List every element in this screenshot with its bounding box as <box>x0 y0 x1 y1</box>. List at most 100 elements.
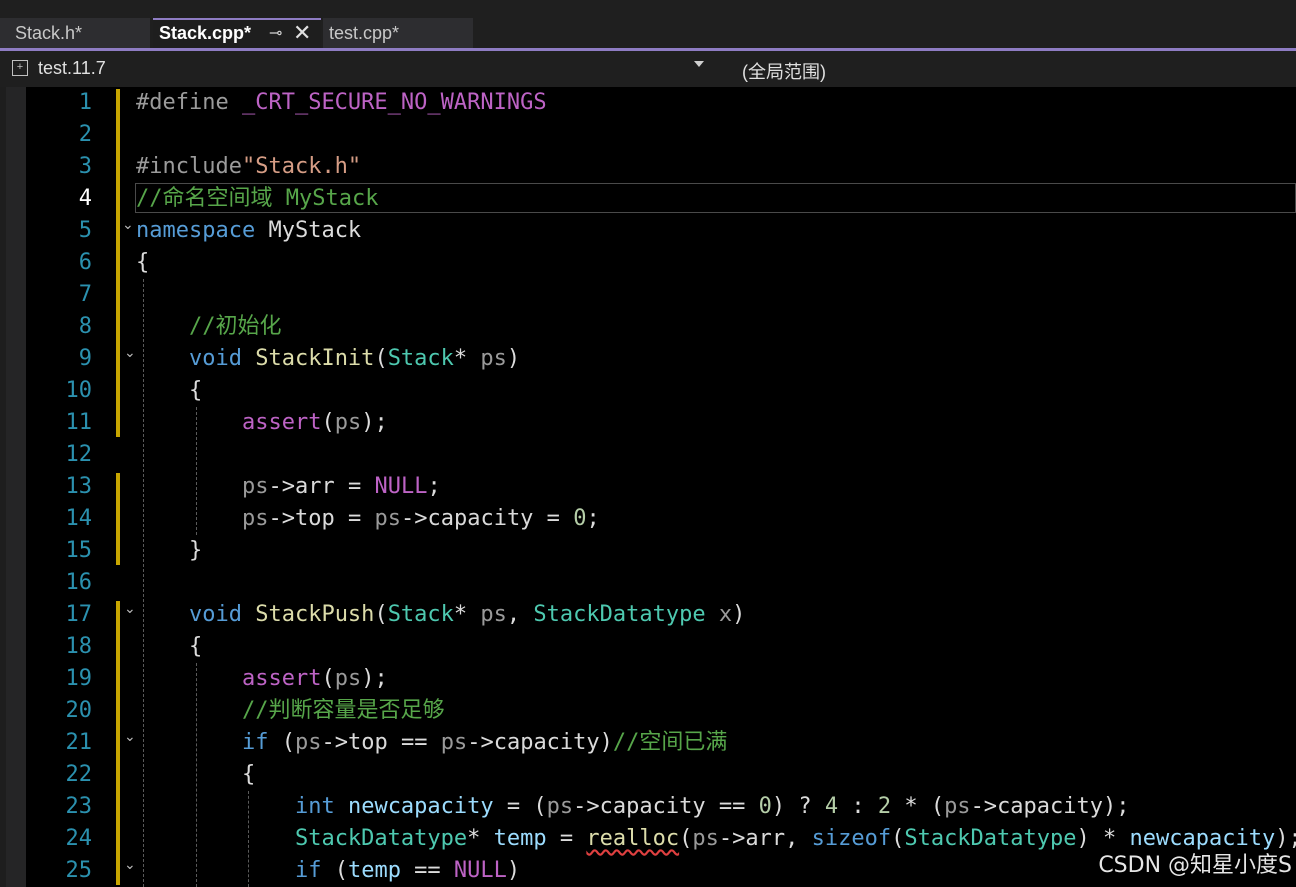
code-line[interactable]: 19 assert(ps); <box>0 663 1296 695</box>
code-token: ( <box>321 410 335 435</box>
code-token: = <box>533 506 574 531</box>
code-token: newcapacity <box>347 794 494 819</box>
code-token: ); <box>361 666 388 691</box>
tab-test-cpp[interactable]: test.cpp* <box>323 18 473 48</box>
code-line[interactable]: 15 } <box>0 535 1296 567</box>
line-number: 23 <box>65 794 93 819</box>
code-token: ( <box>374 602 388 627</box>
code-line[interactable]: 14 ps->top = ps->capacity = 0; <box>0 503 1296 535</box>
code-text: #include"Stack.h" <box>136 151 361 183</box>
code-line[interactable]: 7 <box>0 279 1296 311</box>
code-token: ( <box>891 826 905 851</box>
code-text: //初始化 <box>136 311 282 343</box>
code-token: -> <box>268 506 295 531</box>
code-text: #define _CRT_SECURE_NO_WARNINGS <box>136 87 547 119</box>
fold-chevron-icon[interactable]: ⌄ <box>122 217 134 233</box>
line-number: 7 <box>78 282 92 307</box>
code-token: ps <box>334 666 362 691</box>
code-token: , <box>506 602 534 627</box>
line-number: 15 <box>65 538 93 563</box>
code-line[interactable]: 16 <box>0 567 1296 599</box>
code-token: = <box>334 474 375 499</box>
code-line[interactable]: 22 { <box>0 759 1296 791</box>
code-token: ( <box>679 826 693 851</box>
tab-strip: Stack.h* Stack.cpp* ⊸ ✕ test.cpp* <box>0 0 1296 48</box>
code-token: #include <box>136 154 242 179</box>
code-line[interactable]: 8 //初始化 <box>0 311 1296 343</box>
project-icon: + <box>12 60 28 76</box>
code-token: = ( <box>493 794 547 819</box>
code-line[interactable]: 18 { <box>0 631 1296 663</box>
code-line[interactable]: 12 <box>0 439 1296 471</box>
code-token: * <box>453 602 481 627</box>
code-token: //空间已满 <box>612 730 728 755</box>
code-token: ps <box>692 826 719 851</box>
fold-chevron-icon[interactable]: ⌄ <box>124 601 136 617</box>
code-token: ( <box>268 730 295 755</box>
code-token: , <box>785 826 812 851</box>
code-line[interactable]: 2 <box>0 119 1296 151</box>
code-line[interactable]: 10 { <box>0 375 1296 407</box>
code-token: ) <box>732 602 746 627</box>
code-token: NULL <box>453 858 507 883</box>
code-token: namespace <box>136 218 256 243</box>
pin-icon[interactable]: ⊸ <box>269 21 282 47</box>
code-text: if (temp == NULL) <box>136 855 520 887</box>
code-token: capacity <box>599 794 706 819</box>
code-token: StackDatatype <box>294 826 468 851</box>
indent-guide <box>196 663 197 887</box>
tab-label: test.cpp* <box>329 23 400 43</box>
line-number: 13 <box>65 474 93 499</box>
code-token: ps <box>294 730 322 755</box>
close-icon[interactable]: ✕ <box>293 20 311 46</box>
code-token: if <box>294 858 322 883</box>
code-text: assert(ps); <box>136 407 388 439</box>
line-number: 2 <box>78 122 92 147</box>
code-line[interactable]: 3 #include"Stack.h" <box>0 151 1296 183</box>
code-token: ps <box>480 346 507 371</box>
code-token: ( <box>321 858 348 883</box>
code-line[interactable]: 13 ps->arr = NULL; <box>0 471 1296 503</box>
code-text: } <box>136 535 202 567</box>
code-token: -> <box>400 506 428 531</box>
project-dropdown[interactable]: + test.11.7 <box>8 56 708 82</box>
code-token: -> <box>573 794 600 819</box>
chevron-down-icon[interactable] <box>694 61 704 67</box>
code-line[interactable]: 5 namespace MyStack <box>0 215 1296 247</box>
code-token: StackInit <box>255 346 375 371</box>
code-line[interactable]: 1 #define _CRT_SECURE_NO_WARNINGS <box>0 87 1296 119</box>
code-line[interactable]: 21 if (ps->top == ps->capacity)//空间已满 <box>0 727 1296 759</box>
code-line[interactable]: 23 int newcapacity = (ps->capacity == 0)… <box>0 791 1296 823</box>
fold-chevron-icon[interactable]: ⌄ <box>124 857 136 873</box>
code-editor[interactable]: 1 #define _CRT_SECURE_NO_WARNINGS 2 3 #inclu… <box>0 87 1296 887</box>
code-line[interactable]: 6{ <box>0 247 1296 279</box>
tab-label: Stack.cpp* <box>159 23 252 43</box>
code-token: if <box>241 730 269 755</box>
fold-chevron-icon[interactable]: ⌄ <box>124 345 136 361</box>
code-token: StackDatatype <box>904 826 1077 851</box>
tab-stack-cpp[interactable]: Stack.cpp* ⊸ ✕ <box>153 18 321 48</box>
code-token: #define <box>136 90 242 115</box>
code-line[interactable]: 17 void StackPush(Stack* ps, StackDataty… <box>0 599 1296 631</box>
code-line[interactable]: 9 void StackInit(Stack* ps) <box>0 343 1296 375</box>
line-number: 6 <box>78 250 92 275</box>
code-token: ) <box>506 346 521 371</box>
code-line[interactable]: 4 //命名空间域 MyStack <box>0 183 1296 215</box>
code-token: ) <box>599 730 613 755</box>
code-token: ps <box>480 602 507 627</box>
fold-chevron-icon[interactable]: ⌄ <box>124 729 136 745</box>
change-indicator <box>116 89 120 437</box>
code-token: ( <box>321 666 335 691</box>
code-token: temp <box>493 826 547 851</box>
code-line[interactable]: 20 //判断容量是否足够 <box>0 695 1296 727</box>
tab-stack-h[interactable]: Stack.h* <box>0 18 150 48</box>
scope-dropdown[interactable]: (全局范围) <box>742 58 826 84</box>
code-token: //判断容量是否足够 <box>136 698 445 723</box>
code-line[interactable]: 11 assert(ps); <box>0 407 1296 439</box>
indent-guide <box>143 279 144 887</box>
line-number: 10 <box>65 378 93 403</box>
indent-guide <box>248 791 249 887</box>
